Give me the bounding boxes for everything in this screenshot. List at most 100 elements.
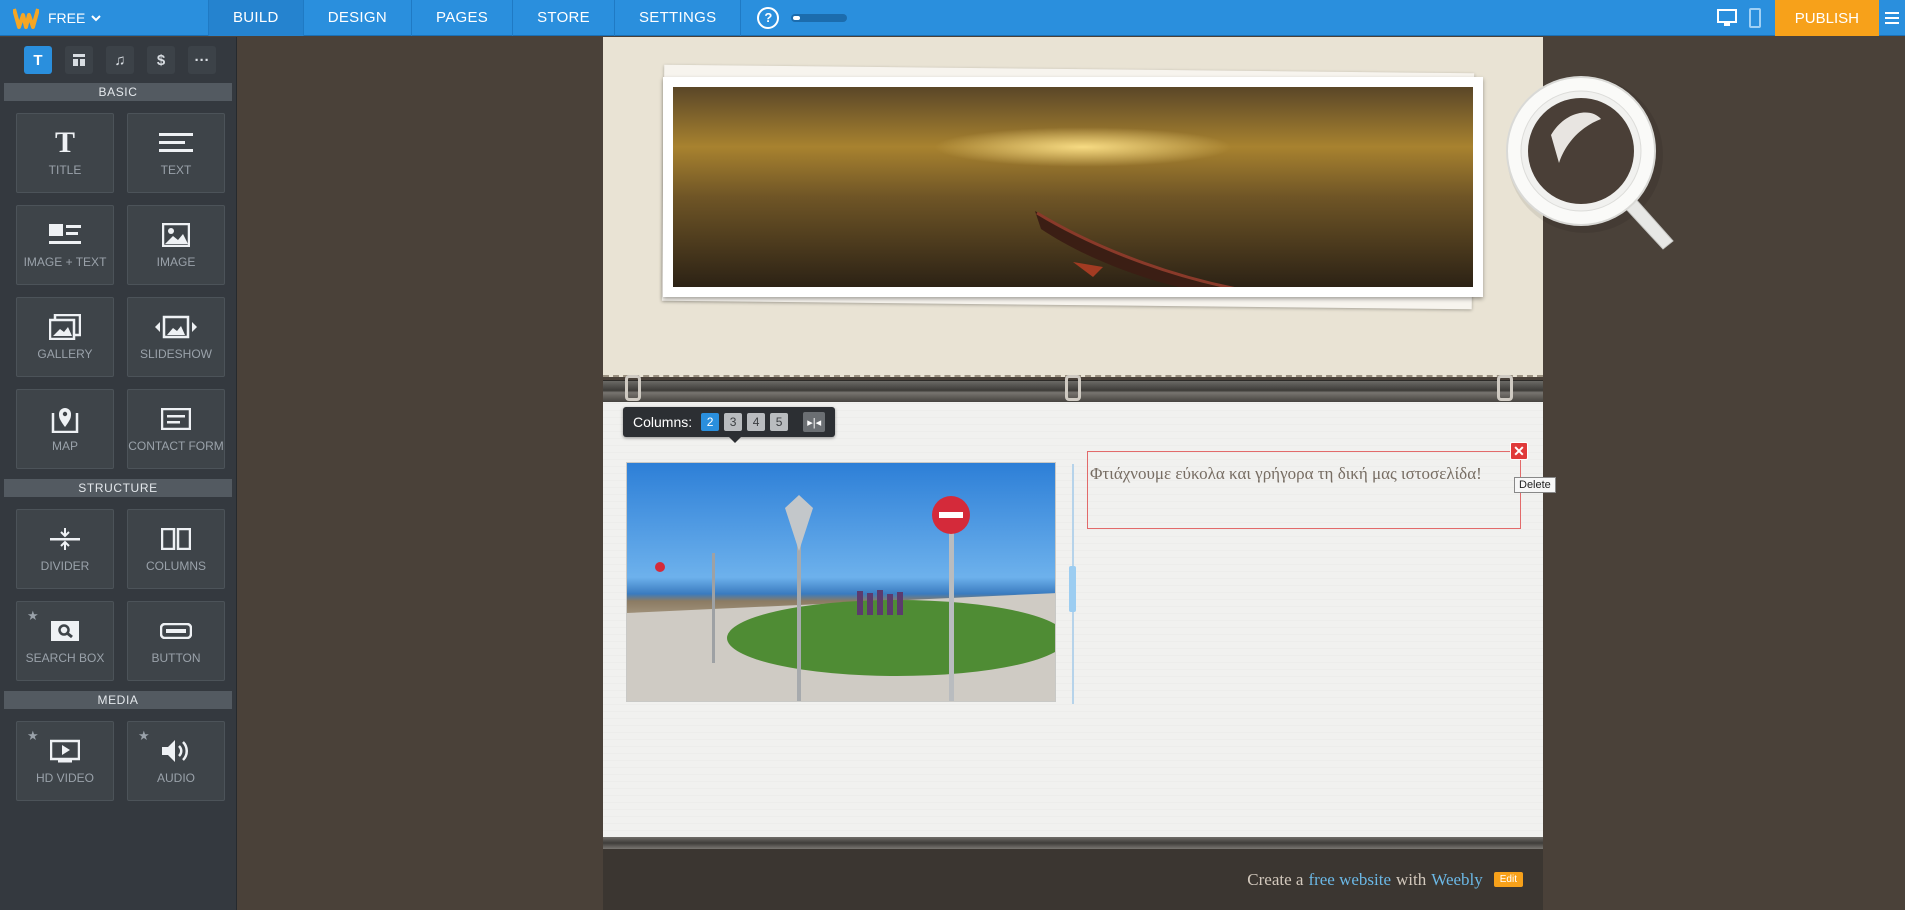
top-right-actions: PUBLISH xyxy=(1713,0,1905,36)
tab-build[interactable]: BUILD xyxy=(208,0,303,36)
element-image-text[interactable]: IMAGE + TEXT xyxy=(16,205,114,285)
weebly-link[interactable]: Weebly xyxy=(1431,870,1483,890)
text-icon xyxy=(159,128,193,158)
category-tabs: T ♫ $ ··· xyxy=(0,37,236,83)
element-contact-form-label: CONTACT FORM xyxy=(128,439,224,453)
element-slideshow-label: SLIDESHOW xyxy=(139,347,212,361)
tab-pages[interactable]: PAGES xyxy=(411,0,512,36)
element-text-label: TEXT xyxy=(160,163,192,177)
main-nav: BUILD DESIGN PAGES STORE SETTINGS xyxy=(208,0,742,36)
weebly-logo[interactable] xyxy=(12,4,40,32)
footer-middle: with xyxy=(1396,869,1427,889)
tab-design[interactable]: DESIGN xyxy=(302,0,411,36)
element-audio-label: AUDIO xyxy=(156,771,195,785)
element-contact-form[interactable]: CONTACT FORM xyxy=(127,389,225,469)
help-icon[interactable]: ? xyxy=(757,6,780,29)
search-box-icon xyxy=(50,616,80,646)
top-bar: FREE BUILD DESIGN PAGES STORE SETTINGS ?… xyxy=(0,0,1905,36)
contact-form-icon xyxy=(161,404,191,434)
plan-label: FREE xyxy=(48,9,86,26)
column-resize-icon[interactable]: ▸|◂ xyxy=(803,412,826,432)
element-title-label: TITLE xyxy=(48,163,82,177)
element-audio[interactable]: ★ AUDIO xyxy=(127,721,225,801)
star-icon: ★ xyxy=(27,728,39,743)
columns-option-3[interactable]: 3 xyxy=(724,413,743,431)
header-banner-image[interactable] xyxy=(673,87,1473,287)
columns-option-4[interactable]: 4 xyxy=(747,413,766,431)
tab-settings[interactable]: SETTINGS xyxy=(613,0,742,36)
element-gallery[interactable]: GALLERY xyxy=(16,297,114,377)
basic-elements-grid: T TITLE TEXT IMAGE + TEXT IMAGE GALLERY … xyxy=(0,101,236,479)
audio-icon xyxy=(160,736,192,766)
media-elements-grid: ★ HD VIDEO ★ AUDIO xyxy=(0,709,236,811)
element-gallery-label: GALLERY xyxy=(37,347,93,361)
element-button[interactable]: BUTTON xyxy=(127,601,225,681)
category-media-icon[interactable]: ♫ xyxy=(106,46,134,74)
site-header xyxy=(603,37,1674,377)
plan-selector[interactable]: FREE xyxy=(48,10,208,26)
sunset-reflection xyxy=(933,127,1233,167)
slideshow-icon xyxy=(154,312,198,342)
element-divider[interactable]: DIVIDER xyxy=(16,509,114,589)
star-icon: ★ xyxy=(138,728,150,743)
element-map-label: MAP xyxy=(51,439,78,453)
delete-tooltip: Delete xyxy=(1514,477,1556,493)
element-text[interactable]: TEXT xyxy=(127,113,225,193)
element-search-box-label: SEARCH BOX xyxy=(25,651,105,665)
footer-divider-bar xyxy=(603,837,1543,849)
element-slideshow[interactable]: SLIDESHOW xyxy=(127,297,225,377)
category-commerce-icon[interactable]: $ xyxy=(147,46,175,74)
binder-clip-icon xyxy=(1065,375,1081,401)
column-drag-handle[interactable] xyxy=(1069,566,1076,612)
section-basic-header: BASIC xyxy=(4,83,232,101)
site-footer: Create a free website with Weebly Edit xyxy=(603,849,1543,910)
section-media-header: MEDIA xyxy=(4,691,232,709)
element-image-label: IMAGE xyxy=(156,255,196,269)
element-divider-label: DIVIDER xyxy=(40,559,90,573)
hamburger-menu-icon[interactable] xyxy=(1879,0,1905,36)
element-search-box[interactable]: ★ SEARCH BOX xyxy=(16,601,114,681)
desktop-view-icon[interactable] xyxy=(1713,0,1741,36)
publish-button[interactable]: PUBLISH xyxy=(1774,0,1879,36)
street-scene-illustration xyxy=(627,495,1055,701)
columns-option-5[interactable]: 5 xyxy=(770,413,789,431)
category-more-icon[interactable]: ··· xyxy=(188,46,216,74)
title-icon: T xyxy=(54,126,75,159)
element-image[interactable]: IMAGE xyxy=(127,205,225,285)
element-hd-video[interactable]: ★ HD VIDEO xyxy=(16,721,114,801)
element-title[interactable]: T TITLE xyxy=(16,113,114,193)
delete-icon[interactable]: ✕ xyxy=(1510,442,1528,460)
header-image-frame[interactable] xyxy=(663,77,1483,297)
tab-store[interactable]: STORE xyxy=(512,0,614,36)
progress-fill xyxy=(793,15,800,20)
columns-option-2[interactable]: 2 xyxy=(701,413,720,431)
element-columns[interactable]: COLUMNS xyxy=(127,509,225,589)
free-website-link[interactable]: free website xyxy=(1308,870,1391,890)
footer-edit-button[interactable]: Edit xyxy=(1493,872,1523,887)
map-icon xyxy=(51,404,79,434)
chevron-down-icon xyxy=(91,14,102,21)
footer-prefix: Create a xyxy=(1247,869,1304,889)
columns-icon xyxy=(161,524,191,554)
binder-clip-icon xyxy=(625,375,641,401)
element-map[interactable]: MAP xyxy=(16,389,114,469)
text-element[interactable]: Φτιάχνουμε εύκολα και γρήγορα τη δική μα… xyxy=(1087,451,1521,529)
setup-progress-bar[interactable] xyxy=(791,13,848,22)
mobile-view-icon[interactable] xyxy=(1741,0,1769,36)
divider-icon xyxy=(49,524,81,554)
category-basic-icon[interactable]: T xyxy=(24,46,52,74)
element-columns-label: COLUMNS xyxy=(145,559,206,573)
header-divider-bar xyxy=(603,375,1543,402)
section-structure-header: STRUCTURE xyxy=(4,479,232,497)
image-text-icon xyxy=(48,220,82,250)
element-sidebar: T ♫ $ ··· BASIC T TITLE TEXT IMAGE + TEX… xyxy=(0,37,237,910)
columns-toolbar: Columns: 2 3 4 5 ▸|◂ xyxy=(623,407,836,443)
star-icon: ★ xyxy=(27,608,39,623)
category-structure-icon[interactable] xyxy=(65,46,93,74)
coffee-cup-decoration xyxy=(1506,76,1674,250)
binder-clip-icon xyxy=(1497,375,1513,401)
gallery-icon xyxy=(49,312,81,342)
image-icon xyxy=(162,220,190,250)
element-hd-video-label: HD VIDEO xyxy=(35,771,94,785)
content-image[interactable] xyxy=(626,462,1056,702)
